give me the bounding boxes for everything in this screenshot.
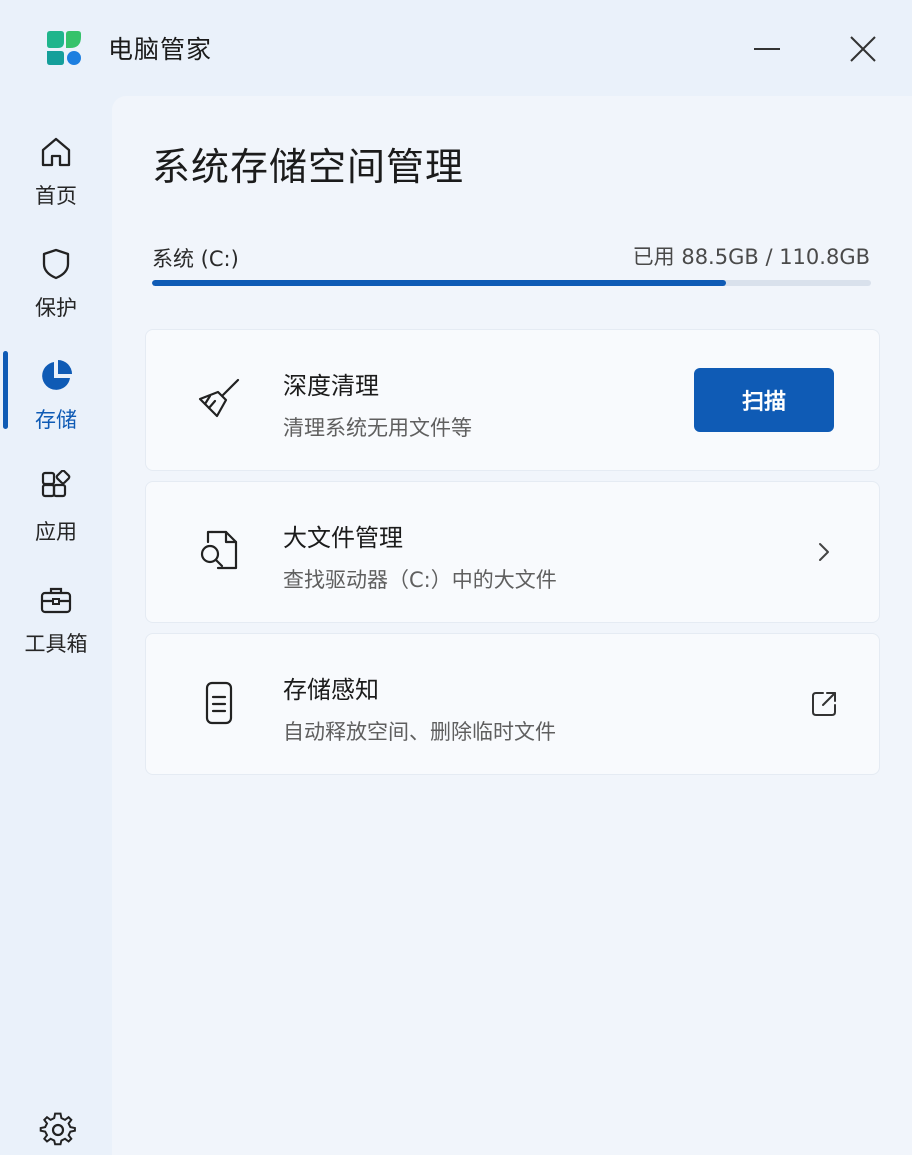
shield-icon	[36, 244, 76, 284]
deep-clean-card: 深度清理 清理系统无用文件等 扫描	[145, 329, 880, 471]
apps-icon	[36, 468, 76, 508]
sidebar-item-toolbox[interactable]: 工具箱	[0, 580, 112, 680]
close-icon	[850, 36, 876, 62]
large-file-card[interactable]: 大文件管理 查找驱动器（C:）中的大文件	[145, 481, 880, 623]
storage-progress-bar	[152, 280, 871, 286]
sidebar-item-label: 存储	[35, 408, 77, 432]
pie-chart-icon	[36, 356, 76, 396]
close-button[interactable]	[836, 22, 890, 76]
sidebar-item-protect[interactable]: 保护	[0, 244, 112, 344]
title-bar: 电脑管家	[0, 0, 912, 96]
sidebar: 首页 保护 存储 应用 工具箱	[0, 96, 112, 1155]
storage-progress-fill	[152, 280, 727, 286]
storage-sense-card[interactable]: 存储感知 自动释放空间、删除临时文件	[145, 633, 880, 775]
sidebar-item-label: 保护	[35, 296, 77, 320]
home-icon	[36, 132, 76, 172]
minimize-button[interactable]	[740, 22, 794, 76]
phone-storage-icon	[194, 678, 244, 728]
gear-icon	[39, 1112, 76, 1146]
toolbox-icon	[36, 580, 76, 620]
settings-button[interactable]	[38, 1110, 78, 1150]
broom-icon	[194, 374, 244, 424]
card-subtitle: 查找驱动器（C:）中的大文件	[283, 568, 557, 592]
card-title: 深度清理	[283, 372, 379, 400]
minimize-icon	[754, 48, 780, 50]
sidebar-item-apps[interactable]: 应用	[0, 468, 112, 568]
card-subtitle: 自动释放空间、删除临时文件	[283, 720, 556, 744]
page-title: 系统存储空间管理	[152, 145, 465, 189]
drive-label: 系统 (C:)	[152, 247, 239, 271]
file-search-icon	[194, 526, 244, 576]
main-panel: 系统存储空间管理 系统 (C:) 已用 88.5GB / 110.8GB 深度清…	[112, 96, 912, 1155]
card-title: 大文件管理	[283, 524, 403, 552]
card-subtitle: 清理系统无用文件等	[283, 416, 472, 440]
chevron-right-icon[interactable]	[806, 534, 842, 570]
app-logo-icon	[44, 28, 84, 68]
scan-button[interactable]: 扫描	[694, 368, 834, 432]
sidebar-item-home[interactable]: 首页	[0, 132, 112, 232]
sidebar-item-storage[interactable]: 存储	[0, 356, 112, 456]
app-title: 电脑管家	[108, 35, 213, 64]
sidebar-item-label: 应用	[35, 520, 77, 544]
external-link-icon[interactable]	[806, 686, 842, 722]
sidebar-item-label: 工具箱	[24, 632, 88, 656]
card-title: 存储感知	[283, 676, 379, 704]
sidebar-item-label: 首页	[35, 184, 77, 208]
drive-usage: 已用 88.5GB / 110.8GB	[632, 245, 870, 269]
